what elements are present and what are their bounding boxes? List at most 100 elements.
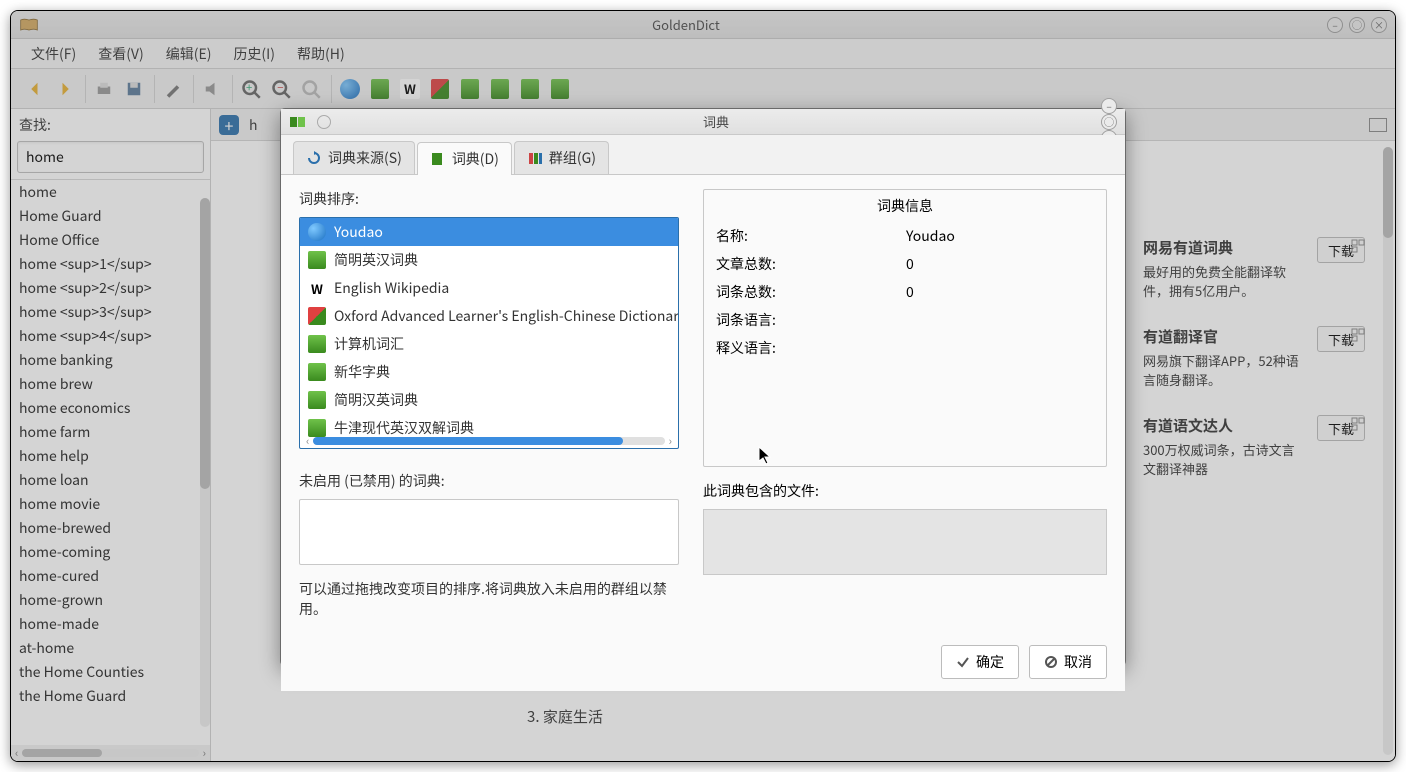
menu-history[interactable]: 历史(I)	[223, 40, 285, 68]
tab-groups[interactable]: 群组(G)	[514, 141, 609, 174]
result-item[interactable]: Home Office	[11, 228, 198, 252]
result-item[interactable]: home farm	[11, 420, 198, 444]
result-item[interactable]: the Home Counties	[11, 660, 198, 684]
results-hscroll[interactable]	[22, 749, 198, 757]
book-icon	[308, 391, 326, 409]
wiki-icon: W	[308, 279, 326, 297]
source-oxford-button[interactable]	[426, 75, 454, 103]
menu-help[interactable]: 帮助(H)	[287, 40, 355, 68]
dialog-extra-icon	[317, 115, 331, 129]
dialog-minimize-button[interactable]: –	[1101, 98, 1117, 114]
dictlist-hscroll-right[interactable]: ›	[669, 433, 672, 449]
dictionary-name: 计算机词汇	[334, 334, 404, 354]
dictlist-hscroll-left[interactable]: ‹	[306, 433, 309, 449]
disabled-listbox[interactable]	[299, 499, 679, 565]
tab-sources[interactable]: 词典来源(S)	[293, 141, 415, 174]
promo-desc: 网易旗下翻译APP，52种语言随身翻译。	[1143, 351, 1307, 389]
result-item[interactable]: home	[11, 180, 198, 204]
result-item[interactable]: home-brewed	[11, 516, 198, 540]
ok-button[interactable]: 确定	[941, 645, 1019, 679]
dictionary-row[interactable]: Youdao	[300, 218, 678, 246]
order-label: 词典排序:	[299, 189, 679, 209]
dialog-maximize-button[interactable]: ◯	[1101, 114, 1117, 130]
dictionaries-dialog: 词典 – ◯ × 词典来源(S) 词典(D) 群组(G) 词典排序: Youda…	[280, 108, 1126, 666]
source-book3-button[interactable]	[486, 75, 514, 103]
menubar: 文件(F) 查看(V) 编辑(E) 历史(I) 帮助(H)	[11, 39, 1395, 69]
menu-edit[interactable]: 编辑(E)	[156, 40, 222, 68]
source-book2-button[interactable]	[456, 75, 484, 103]
content-scrollbar[interactable]	[1383, 147, 1393, 755]
qr-icon	[1351, 328, 1365, 342]
cancel-icon	[1044, 655, 1058, 669]
svg-text:+: +	[246, 79, 252, 95]
menu-view[interactable]: 查看(V)	[88, 40, 154, 68]
result-item[interactable]: home <sup>2</sup>	[11, 276, 198, 300]
tab-current[interactable]: h	[245, 113, 262, 137]
result-item[interactable]: home <sup>3</sup>	[11, 300, 198, 324]
zoom-out-button[interactable]: −	[267, 75, 295, 103]
dictionary-row[interactable]: Oxford Advanced Learner's English-Chines…	[300, 302, 678, 330]
cancel-button[interactable]: 取消	[1029, 645, 1107, 679]
print-button[interactable]	[90, 75, 118, 103]
pen-button[interactable]	[159, 75, 187, 103]
book-icon	[308, 335, 326, 353]
source-book1-button[interactable]	[366, 75, 394, 103]
files-listbox[interactable]	[703, 509, 1107, 575]
save-button[interactable]	[120, 75, 148, 103]
result-item[interactable]: home brew	[11, 372, 198, 396]
dictionary-row[interactable]: WEnglish Wikipedia	[300, 274, 678, 302]
close-button[interactable]: ×	[1371, 17, 1387, 33]
check-icon	[956, 655, 970, 669]
zoom-reset-button[interactable]	[297, 75, 325, 103]
source-globe-button[interactable]	[336, 75, 364, 103]
qr-icon	[1351, 417, 1365, 431]
dictlist-hscroll[interactable]	[313, 437, 664, 445]
result-item[interactable]: home-cured	[11, 564, 198, 588]
result-item[interactable]: home <sup>1</sup>	[11, 252, 198, 276]
titlebar: GoldenDict – ◯ ×	[11, 11, 1395, 39]
globe-icon	[308, 223, 326, 241]
back-button[interactable]	[21, 75, 49, 103]
result-item[interactable]: Home Guard	[11, 204, 198, 228]
result-item[interactable]: home <sup>4</sup>	[11, 324, 198, 348]
promo-card: 网易有道词典 最好用的免费全能翻译软件，拥有5亿用户。 下载	[1143, 237, 1365, 300]
result-item[interactable]: home-grown	[11, 588, 198, 612]
result-item[interactable]: the Home Guard	[11, 684, 198, 708]
maximize-button[interactable]: ◯	[1349, 17, 1365, 33]
results-hscroll-left[interactable]: ‹	[15, 745, 18, 761]
dictionary-row[interactable]: 简明汉英词典	[300, 386, 678, 414]
zoom-in-button[interactable]: +	[237, 75, 265, 103]
book-icon	[308, 251, 326, 269]
dialog-tabs: 词典来源(S) 词典(D) 群组(G)	[281, 135, 1125, 174]
minimize-button[interactable]: –	[1327, 17, 1343, 33]
book-icon	[430, 151, 446, 167]
result-item[interactable]: home loan	[11, 468, 198, 492]
results-hscroll-right[interactable]: ›	[203, 745, 206, 761]
panel-toggle-button[interactable]	[1369, 118, 1387, 132]
info-to-label: 释义语言:	[716, 338, 906, 358]
result-item[interactable]: home help	[11, 444, 198, 468]
tab-dictionaries[interactable]: 词典(D)	[417, 142, 512, 175]
source-book4-button[interactable]	[516, 75, 544, 103]
dictionary-row[interactable]: 计算机词汇	[300, 330, 678, 358]
result-item[interactable]: at-home	[11, 636, 198, 660]
result-item[interactable]: home movie	[11, 492, 198, 516]
dictionary-row[interactable]: 简明英汉词典	[300, 246, 678, 274]
sound-button[interactable]	[198, 75, 226, 103]
refresh-icon	[306, 150, 322, 166]
search-input[interactable]	[17, 141, 204, 173]
window-title: GoldenDict	[45, 15, 1327, 34]
results-scrollbar[interactable]	[200, 198, 210, 727]
promo-card: 有道语文达人 300万权威词条，古诗文言文翻译神器 下载	[1143, 415, 1365, 478]
new-tab-button[interactable]: +	[219, 115, 239, 135]
menu-file[interactable]: 文件(F)	[21, 40, 86, 68]
result-item[interactable]: home-made	[11, 612, 198, 636]
source-book5-button[interactable]	[546, 75, 574, 103]
forward-button[interactable]	[51, 75, 79, 103]
result-item[interactable]: home-coming	[11, 540, 198, 564]
dictionary-listbox[interactable]: Youdao简明英汉词典WEnglish WikipediaOxford Adv…	[299, 217, 679, 449]
result-item[interactable]: home banking	[11, 348, 198, 372]
dictionary-row[interactable]: 新华字典	[300, 358, 678, 386]
source-wiki-button[interactable]: W	[396, 75, 424, 103]
result-item[interactable]: home economics	[11, 396, 198, 420]
